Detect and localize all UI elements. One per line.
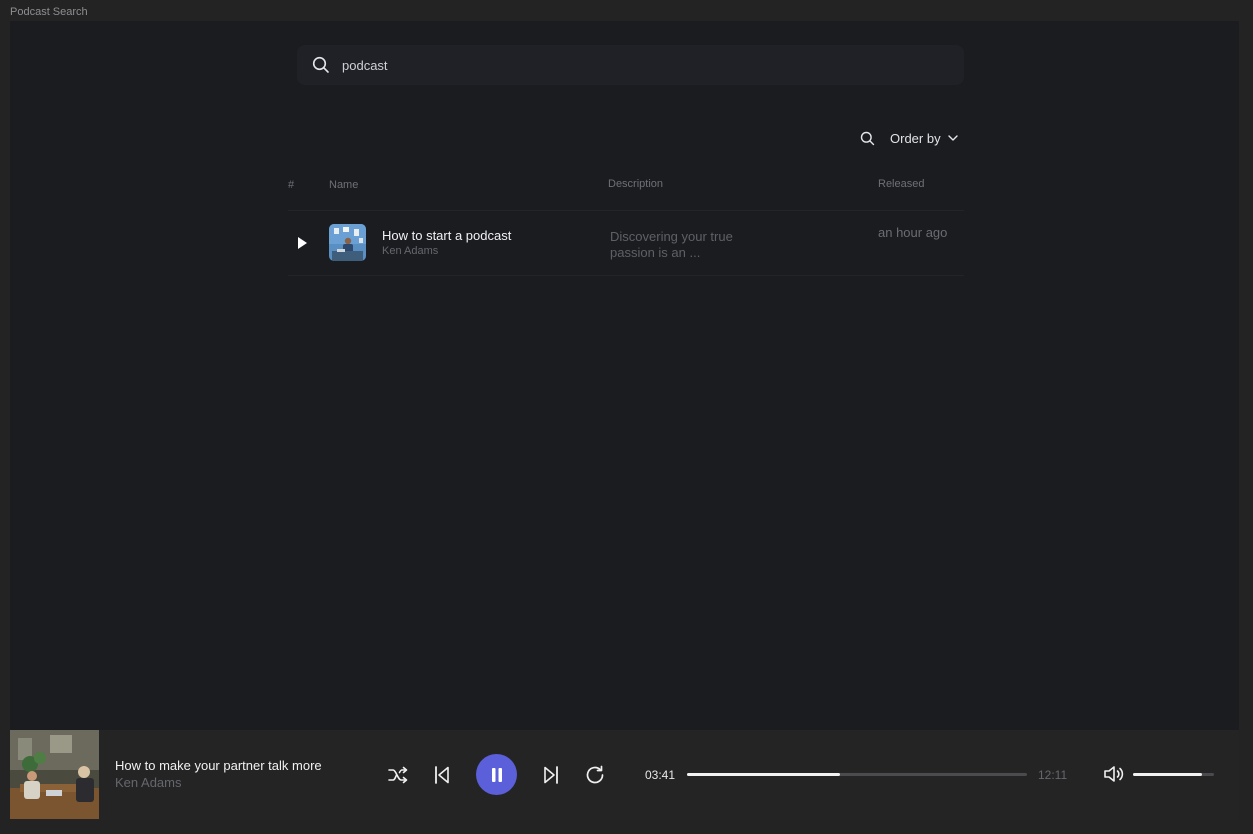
now-playing-author[interactable]: Ken Adams	[115, 775, 182, 790]
order-by-label: Order by	[890, 130, 941, 146]
shuffle-icon[interactable]	[386, 763, 410, 787]
column-header-released[interactable]: Released	[878, 178, 924, 190]
now-playing-cover	[10, 730, 99, 819]
progress-bar[interactable]	[687, 773, 1027, 776]
episode-title[interactable]: How to start a podcast	[382, 228, 511, 243]
volume-slider[interactable]	[1133, 773, 1214, 776]
main-panel: Order by # Name Description Released	[10, 21, 1239, 730]
search-bar[interactable]	[297, 45, 964, 85]
player-bar: How to make your partner talk more Ken A…	[10, 730, 1239, 820]
search-input[interactable]	[342, 57, 902, 73]
sort-controls: Order by	[860, 128, 958, 148]
divider	[288, 275, 964, 276]
column-header-index: #	[288, 179, 295, 191]
total-time: 12:11	[1038, 768, 1068, 782]
chevron-down-icon	[947, 135, 958, 141]
skip-back-icon[interactable]	[430, 763, 454, 787]
volume-fill	[1133, 773, 1202, 776]
search-icon	[312, 56, 330, 74]
column-header-description[interactable]: Description	[608, 178, 663, 190]
episode-released: an hour ago	[878, 225, 948, 240]
episode-thumbnail	[329, 224, 366, 261]
play-icon[interactable]	[296, 236, 308, 250]
column-header-name[interactable]: Name	[329, 179, 358, 191]
repeat-icon[interactable]	[582, 762, 608, 788]
episode-description: Discovering your true passion is an ...	[610, 229, 733, 260]
now-playing-title[interactable]: How to make your partner talk more	[115, 758, 322, 773]
pause-icon[interactable]	[476, 754, 517, 795]
skip-forward-icon[interactable]	[539, 763, 563, 787]
progress-fill	[687, 773, 840, 776]
episode-author[interactable]: Ken Adams	[382, 245, 438, 257]
order-by-dropdown[interactable]: Order by	[890, 131, 958, 146]
volume-icon[interactable]	[1103, 763, 1125, 785]
window-title: Podcast Search	[10, 6, 88, 18]
table-row[interactable]: How to start a podcast Ken Adams Discove…	[288, 211, 964, 275]
current-time: 03:41	[645, 768, 676, 782]
search-icon[interactable]	[860, 131, 875, 146]
